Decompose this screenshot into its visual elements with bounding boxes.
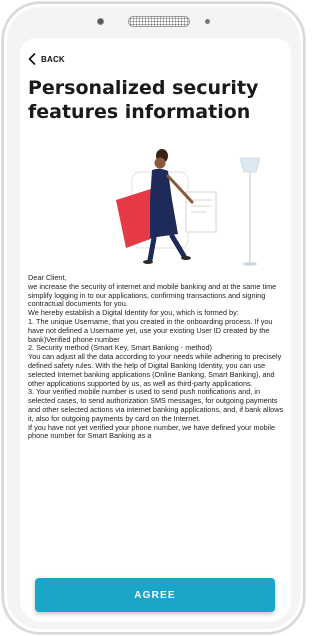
agree-button[interactable]: AGREE [35, 578, 275, 612]
app-screen: BACK Personalized security features info… [20, 38, 291, 622]
proximity-sensor [205, 19, 210, 24]
back-label: BACK [41, 54, 65, 64]
page-title: Personalized security features informati… [28, 77, 259, 123]
hero-illustration [116, 149, 260, 266]
back-button[interactable]: BACK [28, 52, 65, 66]
terms-paragraph: You can adjust all the data according to… [28, 352, 282, 388]
earpiece-speaker [128, 16, 190, 27]
front-camera [97, 18, 104, 25]
document-icon [185, 191, 217, 233]
terms-paragraph: 1. The unique Username, that you created… [28, 316, 273, 344]
terms-paragraph: If you have not yet verified your phone … [28, 422, 276, 441]
terms-paragraph: we increase the security of internet and… [28, 281, 277, 309]
phone-frame: BACK Personalized security features info… [2, 2, 305, 634]
chevron-left-icon [28, 53, 36, 65]
scroll-fade [20, 538, 291, 578]
terms-text: Dear Client, we increase the security of… [28, 274, 286, 574]
lamp-icon [239, 157, 260, 266]
terms-paragraph: 3. Your verified mobile number is used t… [28, 387, 284, 423]
